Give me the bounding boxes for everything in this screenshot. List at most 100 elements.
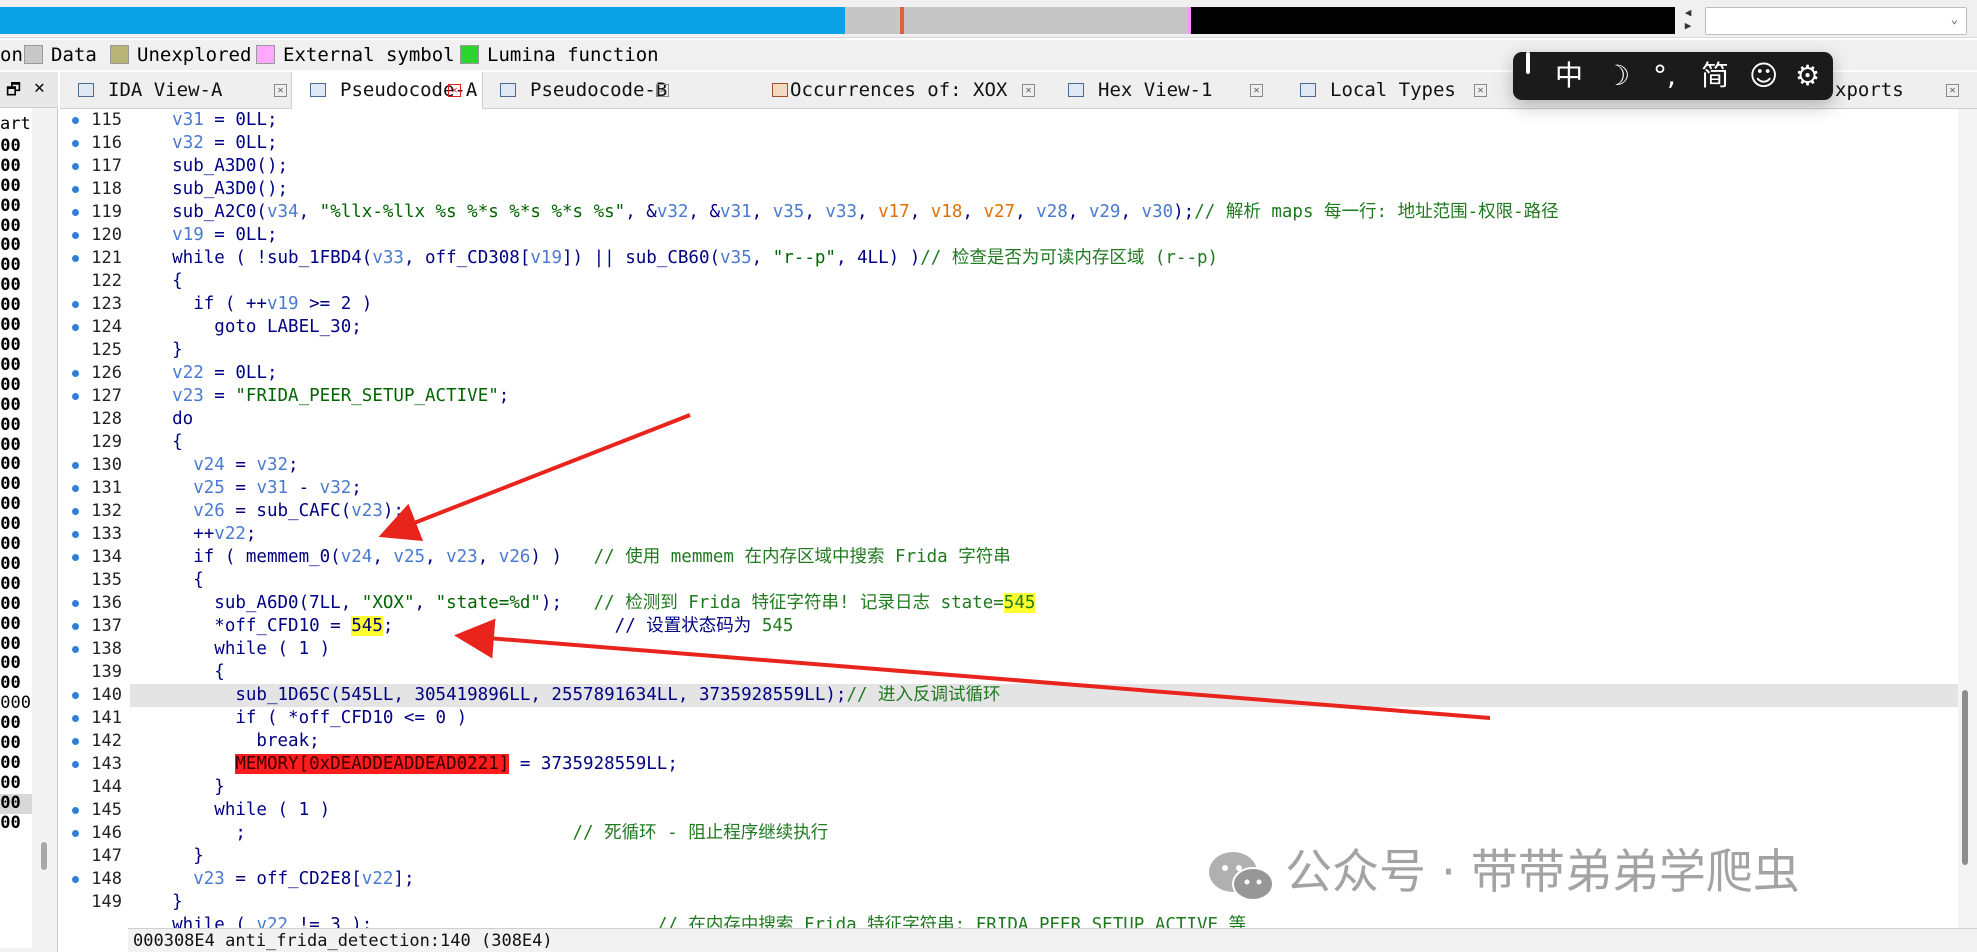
code-line[interactable]: if ( memmem_0(v24, v25, v23, v26) ) // 使… — [130, 546, 1977, 569]
breakpoint-dot-icon[interactable] — [72, 600, 79, 607]
code-line[interactable]: v25 = v31 - v32; — [130, 477, 1977, 500]
breakpoint-dot-icon[interactable] — [72, 117, 79, 124]
list-item[interactable]: 000 — [0, 375, 32, 396]
breakpoint-dot-icon[interactable] — [72, 255, 79, 262]
nav-segment-data[interactable] — [904, 7, 1054, 34]
breakpoint-dot-icon[interactable] — [72, 209, 79, 216]
code-line[interactable]: ++v22; — [130, 523, 1977, 546]
breakpoint-dot-icon[interactable] — [72, 393, 79, 400]
list-item[interactable]: 000 — [0, 713, 32, 734]
list-item[interactable]: 000 — [0, 335, 32, 356]
tab-local-types[interactable]: Local Types ✕ — [1300, 72, 1500, 109]
list-item[interactable]: 000 — [0, 594, 32, 615]
code-line[interactable]: { — [130, 661, 1977, 684]
code-line[interactable]: goto LABEL_30; — [130, 316, 1977, 339]
nav-segment-code[interactable] — [0, 7, 160, 34]
editor-scroll-thumb[interactable] — [1962, 690, 1968, 865]
nav-segment-code[interactable] — [160, 7, 245, 34]
tab-exports[interactable]: xports ✕ — [1835, 72, 1975, 109]
close-icon[interactable]: ✕ — [448, 84, 461, 97]
close-icon[interactable]: ✕ — [1250, 84, 1263, 97]
code-line[interactable]: sub_A6D0(7LL, "XOX", "state=%d"); // 检测到… — [130, 592, 1977, 615]
list-item[interactable]: 000 — [0, 813, 32, 834]
code-line[interactable]: v26 = sub_CAFC(v23); — [130, 500, 1977, 523]
breakpoint-dot-icon[interactable] — [72, 531, 79, 538]
breakpoint-dot-icon[interactable] — [72, 485, 79, 492]
close-icon[interactable]: ✕ — [1946, 84, 1959, 97]
code-line[interactable]: do — [130, 408, 1977, 431]
code-line[interactable]: sub_A2C0(v34, "%llx-%llx %s %*s %*s %*s … — [130, 201, 1977, 224]
emoji-icon[interactable]: ☺ — [1749, 52, 1778, 100]
code-line[interactable]: } — [130, 339, 1977, 362]
code-line[interactable]: while ( 1 ) — [130, 638, 1977, 661]
list-item[interactable]: 000 — [0, 275, 32, 296]
function-list[interactable]: art 00 0 0 00 00 0 0 00 00 0 0 00 00 0 0 00 00 0 … — [0, 108, 32, 948]
code-line[interactable]: v23 = "FRIDA_PEER_SETUP_ACTIVE"; — [130, 385, 1977, 408]
close-icon[interactable]: ✕ — [274, 84, 287, 97]
code-line[interactable]: { — [130, 431, 1977, 454]
navigation-bar[interactable] — [0, 7, 1675, 34]
nav-segment-data[interactable] — [845, 7, 900, 34]
tab-hex-view-1[interactable]: Hex View-1 ✕ — [1068, 72, 1268, 109]
breakpoint-dot-icon[interactable] — [72, 508, 79, 515]
panel-scroll-thumb[interactable] — [41, 842, 47, 870]
list-item[interactable]: 000 — [0, 255, 32, 276]
code-line[interactable]: while ( !sub_1FBD4(v33, off_CD308[v19]) … — [130, 247, 1977, 270]
code-line[interactable]: sub_A3D0(); — [130, 155, 1977, 178]
restore-icon[interactable]: 🗗 — [6, 79, 21, 106]
breakpoint-dot-icon[interactable] — [72, 646, 79, 653]
breakpoint-dot-icon[interactable] — [72, 715, 79, 722]
nav-segment-data[interactable] — [1054, 7, 1188, 34]
list-item[interactable]: 000 — [0, 614, 32, 635]
pseudocode-editor[interactable]: 115 116 117 118 119 120 121 122 123 124 125 126 127 1… — [60, 109, 1977, 932]
code-line[interactable]: v32 = 0LL; — [130, 132, 1977, 155]
simplified-icon[interactable]: 简 — [1701, 52, 1729, 100]
breakpoint-dot-icon[interactable] — [72, 692, 79, 699]
list-item[interactable]: 000 — [0, 534, 32, 555]
code-line[interactable]: { — [130, 270, 1977, 293]
list-item[interactable]: 000 — [0, 136, 32, 157]
punctuation-icon[interactable]: °, — [1653, 52, 1676, 100]
gear-icon[interactable]: ⚙ — [1795, 52, 1820, 100]
code-line[interactable]: *off_CFD10 = 545; // 设置状态码为 545 — [130, 615, 1977, 638]
list-item[interactable]: 000 — [0, 514, 32, 535]
code-line[interactable]: while ( 1 ) — [130, 799, 1977, 822]
nav-segment-black[interactable] — [1191, 7, 1675, 34]
code-line[interactable]: if ( ++v19 >= 2 ) — [130, 293, 1977, 316]
breakpoint-dot-icon[interactable] — [72, 830, 79, 837]
tab-occurrences[interactable]: Occurrences of: XOX ✕ — [772, 72, 1035, 109]
breakpoint-dot-icon[interactable] — [72, 370, 79, 377]
breakpoint-dot-icon[interactable] — [72, 738, 79, 745]
drag-handle[interactable] — [1526, 52, 1530, 74]
list-item[interactable]: 000 — [0, 793, 32, 814]
chinese-mode-icon[interactable]: 中 — [1555, 52, 1583, 100]
list-item[interactable]: 000 — [0, 156, 32, 177]
list-item[interactable]: 000 — [0, 673, 32, 694]
list-item[interactable]: 000 — [0, 634, 32, 655]
close-icon[interactable]: ✕ — [1474, 84, 1487, 97]
list-item[interactable]: 000 — [0, 236, 32, 256]
ime-toolbar[interactable]: 中 ☽ °, 简 ☺ ⚙ — [1513, 52, 1833, 100]
list-item[interactable]: 000 — [0, 176, 32, 197]
list-item[interactable]: 000 — [0, 753, 32, 774]
list-item[interactable]: 000 — [0, 435, 32, 456]
code-line[interactable]: { — [130, 569, 1977, 592]
moon-icon[interactable]: ☽ — [1605, 52, 1630, 100]
code-line[interactable]: v22 = 0LL; — [130, 362, 1977, 385]
list-item[interactable]: 000 — [0, 415, 32, 436]
list-item[interactable]: 000 — [0, 773, 32, 794]
list-item[interactable]: 000 — [0, 216, 32, 237]
breakpoint-dot-icon[interactable] — [72, 807, 79, 814]
breakpoint-dot-icon[interactable] — [72, 163, 79, 170]
list-item[interactable]: 000 — [0, 574, 32, 595]
nav-dropdown[interactable]: ⌄ — [1705, 7, 1967, 35]
list-item[interactable]: 000 — [0, 395, 32, 416]
breakpoint-dot-icon[interactable] — [72, 186, 79, 193]
breakpoint-dot-icon[interactable] — [72, 554, 79, 561]
list-item[interactable]: 000 — [0, 315, 32, 336]
nav-segment-code[interactable] — [320, 7, 845, 34]
list-item[interactable]: 000 — [0, 196, 32, 217]
tab-ida-view-a[interactable]: IDA View-A ✕ — [78, 72, 303, 109]
breakpoint-dot-icon[interactable] — [72, 876, 79, 883]
code-line[interactable]: v19 = 0LL; — [130, 224, 1977, 247]
